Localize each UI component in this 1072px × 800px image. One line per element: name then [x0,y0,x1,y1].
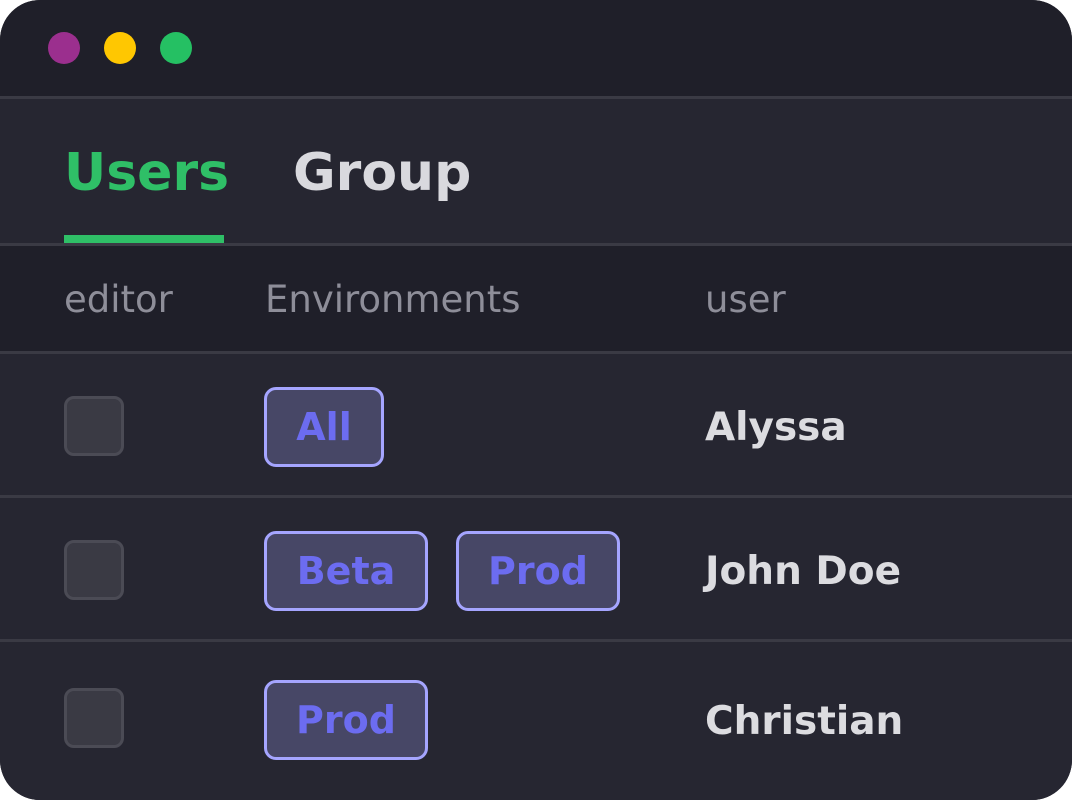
column-header-editor: editor [64,278,173,321]
editor-checkbox[interactable] [64,540,124,600]
title-bar [0,0,1072,99]
user-name: John Doe [705,549,902,594]
table-row: Prod Christian [0,642,1072,800]
table-row: Beta Prod John Doe [0,498,1072,642]
editor-checkbox[interactable] [64,396,124,456]
app-window: Users Group editor Environments user All… [0,0,1072,800]
user-name: Christian [705,699,904,744]
maximize-window-button[interactable] [160,32,192,64]
minimize-window-button[interactable] [104,32,136,64]
active-tab-indicator [64,235,224,243]
table-row: All Alyssa [0,354,1072,498]
editor-checkbox[interactable] [64,688,124,748]
column-header-environments: Environments [265,278,521,321]
environment-chip[interactable]: Prod [456,531,620,611]
environment-chip[interactable]: Prod [264,680,428,760]
table-header: editor Environments user [0,246,1072,354]
user-name: Alyssa [705,405,847,450]
tab-users[interactable]: Users [64,139,229,243]
close-window-button[interactable] [48,32,80,64]
environment-chip[interactable]: All [264,387,384,467]
tab-bar: Users Group [0,99,1072,246]
environment-chip[interactable]: Beta [264,531,428,611]
column-header-user: user [705,278,786,321]
tab-group[interactable]: Group [293,139,471,243]
